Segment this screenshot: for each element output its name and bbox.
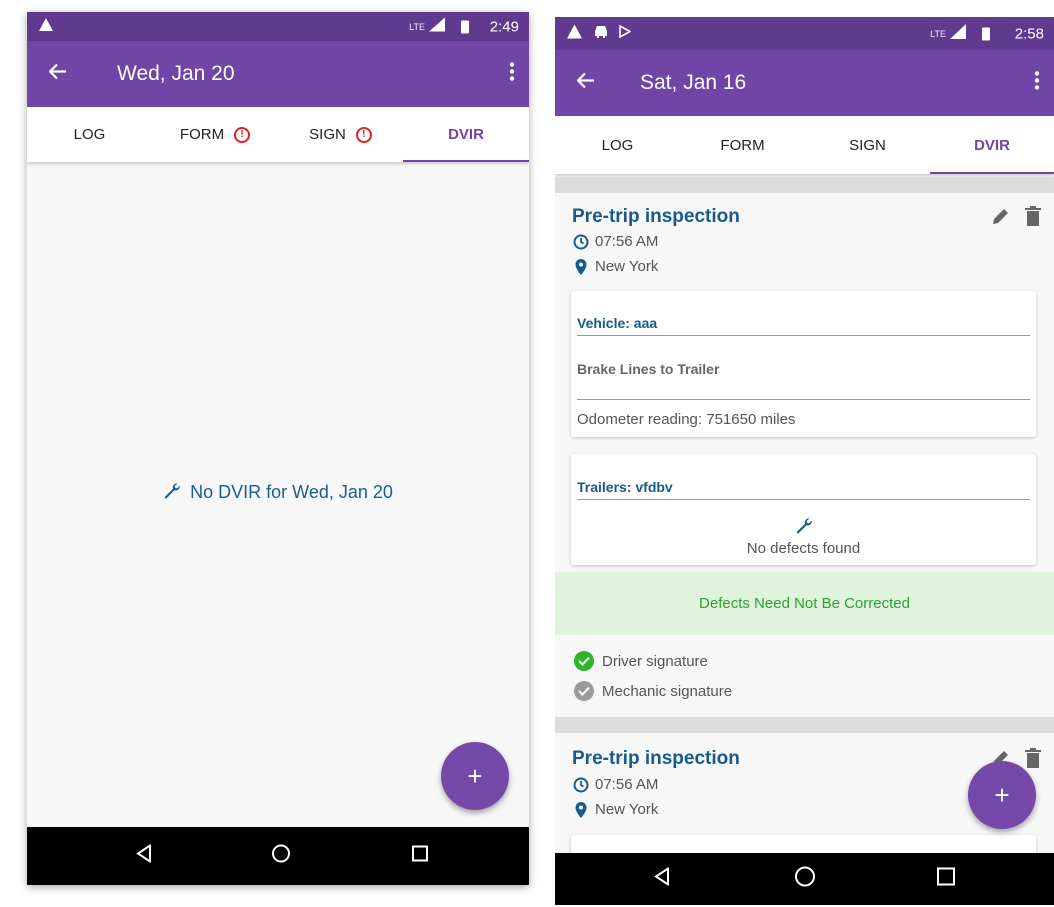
- location-pin-icon: [575, 258, 587, 275]
- inspection-title: Pre-trip inspection: [572, 206, 740, 227]
- back-arrow-icon[interactable]: [576, 72, 595, 94]
- more-vert-icon[interactable]: [509, 62, 515, 87]
- inspection-location-row: New York: [573, 258, 658, 275]
- status-bar: LTE 2:58: [555, 17, 1054, 50]
- tab-log[interactable]: LOG: [555, 116, 680, 174]
- nav-home-icon[interactable]: [271, 844, 291, 869]
- nav-recents-icon[interactable]: [412, 845, 428, 867]
- mechanic-signature-row: Mechanic signature: [574, 681, 732, 701]
- status-time: 2:58: [1014, 25, 1044, 42]
- defect-status-banner: Defects Need Not Be Corrected: [555, 572, 1054, 635]
- inspection-title: Pre-trip inspection: [572, 748, 740, 769]
- odometer-reading: Odometer reading: 751650 miles: [577, 411, 796, 428]
- tab-label: LOG: [601, 136, 634, 154]
- vehicle-defect: Brake Lines to Trailer: [577, 361, 720, 377]
- system-nav-bar: [27, 827, 529, 885]
- tab-sign[interactable]: SIGN: [805, 116, 930, 174]
- tab-sign[interactable]: SIGN !: [278, 107, 403, 162]
- active-tab-indicator: [930, 172, 1054, 174]
- vehicle-card: Vehicle: aaa Brake Lines to Trailer Odom…: [571, 291, 1036, 437]
- driver-signature-row: Driver signature: [574, 651, 708, 671]
- back-arrow-icon[interactable]: [48, 63, 67, 85]
- add-fab-button[interactable]: +: [968, 761, 1036, 829]
- tab-label: FORM: [720, 136, 765, 154]
- tab-dvir[interactable]: DVIR: [930, 116, 1054, 174]
- nav-home-icon[interactable]: [794, 866, 816, 893]
- check-circle-grey-icon: [574, 681, 594, 701]
- add-fab-button[interactable]: +: [441, 742, 509, 810]
- trailer-card: Trailers: vfdbv No defects found: [571, 454, 1036, 565]
- tab-label: SIGN: [849, 136, 886, 154]
- tab-label: DVIR: [448, 126, 484, 143]
- nav-back-icon[interactable]: [654, 866, 670, 891]
- delete-trash-icon[interactable]: [1025, 206, 1041, 231]
- defect-status-text: Defects Need Not Be Corrected: [699, 595, 910, 612]
- inspection-location-row: New York: [573, 801, 658, 818]
- vehicle-header: Vehicle: aaa: [577, 315, 1030, 336]
- check-circle-icon: [574, 651, 594, 671]
- driver-signature-label: Driver signature: [602, 652, 708, 670]
- section-divider: [555, 177, 1054, 193]
- app-bar: Sat, Jan 16: [555, 50, 1054, 116]
- tab-bar: LOG FORM SIGN DVIR: [555, 116, 1054, 174]
- page-title: Sat, Jan 16: [640, 71, 747, 94]
- inspection-location: New York: [595, 258, 659, 275]
- tab-label: SIGN: [309, 126, 346, 143]
- tab-log[interactable]: LOG: [27, 107, 152, 162]
- left-phone-screen: LTE 2:49 Wed, Jan 20 LOG FORM ! SIGN ! D…: [27, 12, 529, 885]
- network-type-label: LTE: [930, 28, 946, 39]
- system-nav-bar: [555, 853, 1054, 905]
- active-tab-indicator: [403, 160, 529, 162]
- tab-form[interactable]: FORM !: [152, 107, 278, 162]
- wrench-icon: [571, 517, 1036, 540]
- signal-icon: [429, 17, 445, 36]
- battery-icon: [982, 27, 990, 40]
- nav-recents-icon[interactable]: [937, 867, 955, 891]
- tab-label: LOG: [73, 126, 106, 143]
- inspection-time-row: 07:56 AM: [573, 776, 658, 793]
- clock-icon: [573, 777, 589, 792]
- edit-pencil-icon[interactable]: [991, 206, 1011, 231]
- empty-state: No DVIR for Wed, Jan 20: [27, 482, 529, 505]
- more-vert-icon[interactable]: [1034, 71, 1040, 96]
- no-defects-text: No defects found: [746, 540, 861, 557]
- plus-icon: +: [467, 760, 483, 791]
- tab-dvir[interactable]: DVIR: [403, 107, 529, 162]
- tab-label: FORM: [179, 126, 225, 143]
- card-divider: [577, 399, 1030, 400]
- right-phone-screen: LTE 2:58 Sat, Jan 16 LOG FORM SIGN DVIR: [555, 17, 1054, 905]
- inspection-time: 07:56 AM: [595, 776, 659, 793]
- delete-trash-icon[interactable]: [1025, 748, 1041, 773]
- inspection-actions: [991, 206, 1041, 231]
- inspection-time: 07:56 AM: [595, 233, 659, 250]
- network-type-label: LTE: [409, 21, 425, 32]
- plus-icon: +: [994, 779, 1010, 810]
- warning-triangle-icon: [567, 24, 582, 43]
- inspection-location: New York: [595, 801, 659, 818]
- mechanic-signature-label: Mechanic signature: [602, 682, 733, 700]
- status-time: 2:49: [489, 18, 519, 35]
- warning-triangle-icon: [39, 17, 53, 36]
- status-bar: LTE 2:49: [27, 12, 529, 41]
- inspection-time-row: 07:56 AM: [573, 233, 658, 250]
- trailer-header: Trailers: vfdbv: [577, 479, 1030, 500]
- section-divider: [555, 717, 1054, 733]
- play-store-icon: [619, 24, 632, 43]
- clock-icon: [573, 234, 589, 249]
- location-pin-icon: [575, 801, 587, 818]
- tab-bar: LOG FORM ! SIGN ! DVIR: [27, 107, 529, 162]
- warning-icon: !: [355, 126, 372, 143]
- empty-state-message: No DVIR for Wed, Jan 20: [190, 482, 393, 502]
- page-title: Wed, Jan 20: [117, 62, 235, 85]
- signal-icon: [950, 23, 966, 44]
- tab-form[interactable]: FORM: [680, 116, 805, 174]
- tab-label: DVIR: [974, 136, 1010, 154]
- nav-back-icon[interactable]: [136, 843, 152, 868]
- wrench-icon: [163, 482, 181, 505]
- app-bar: Wed, Jan 20: [27, 41, 529, 107]
- car-icon: [593, 25, 609, 43]
- warning-icon: !: [234, 126, 251, 143]
- battery-icon: [461, 20, 469, 33]
